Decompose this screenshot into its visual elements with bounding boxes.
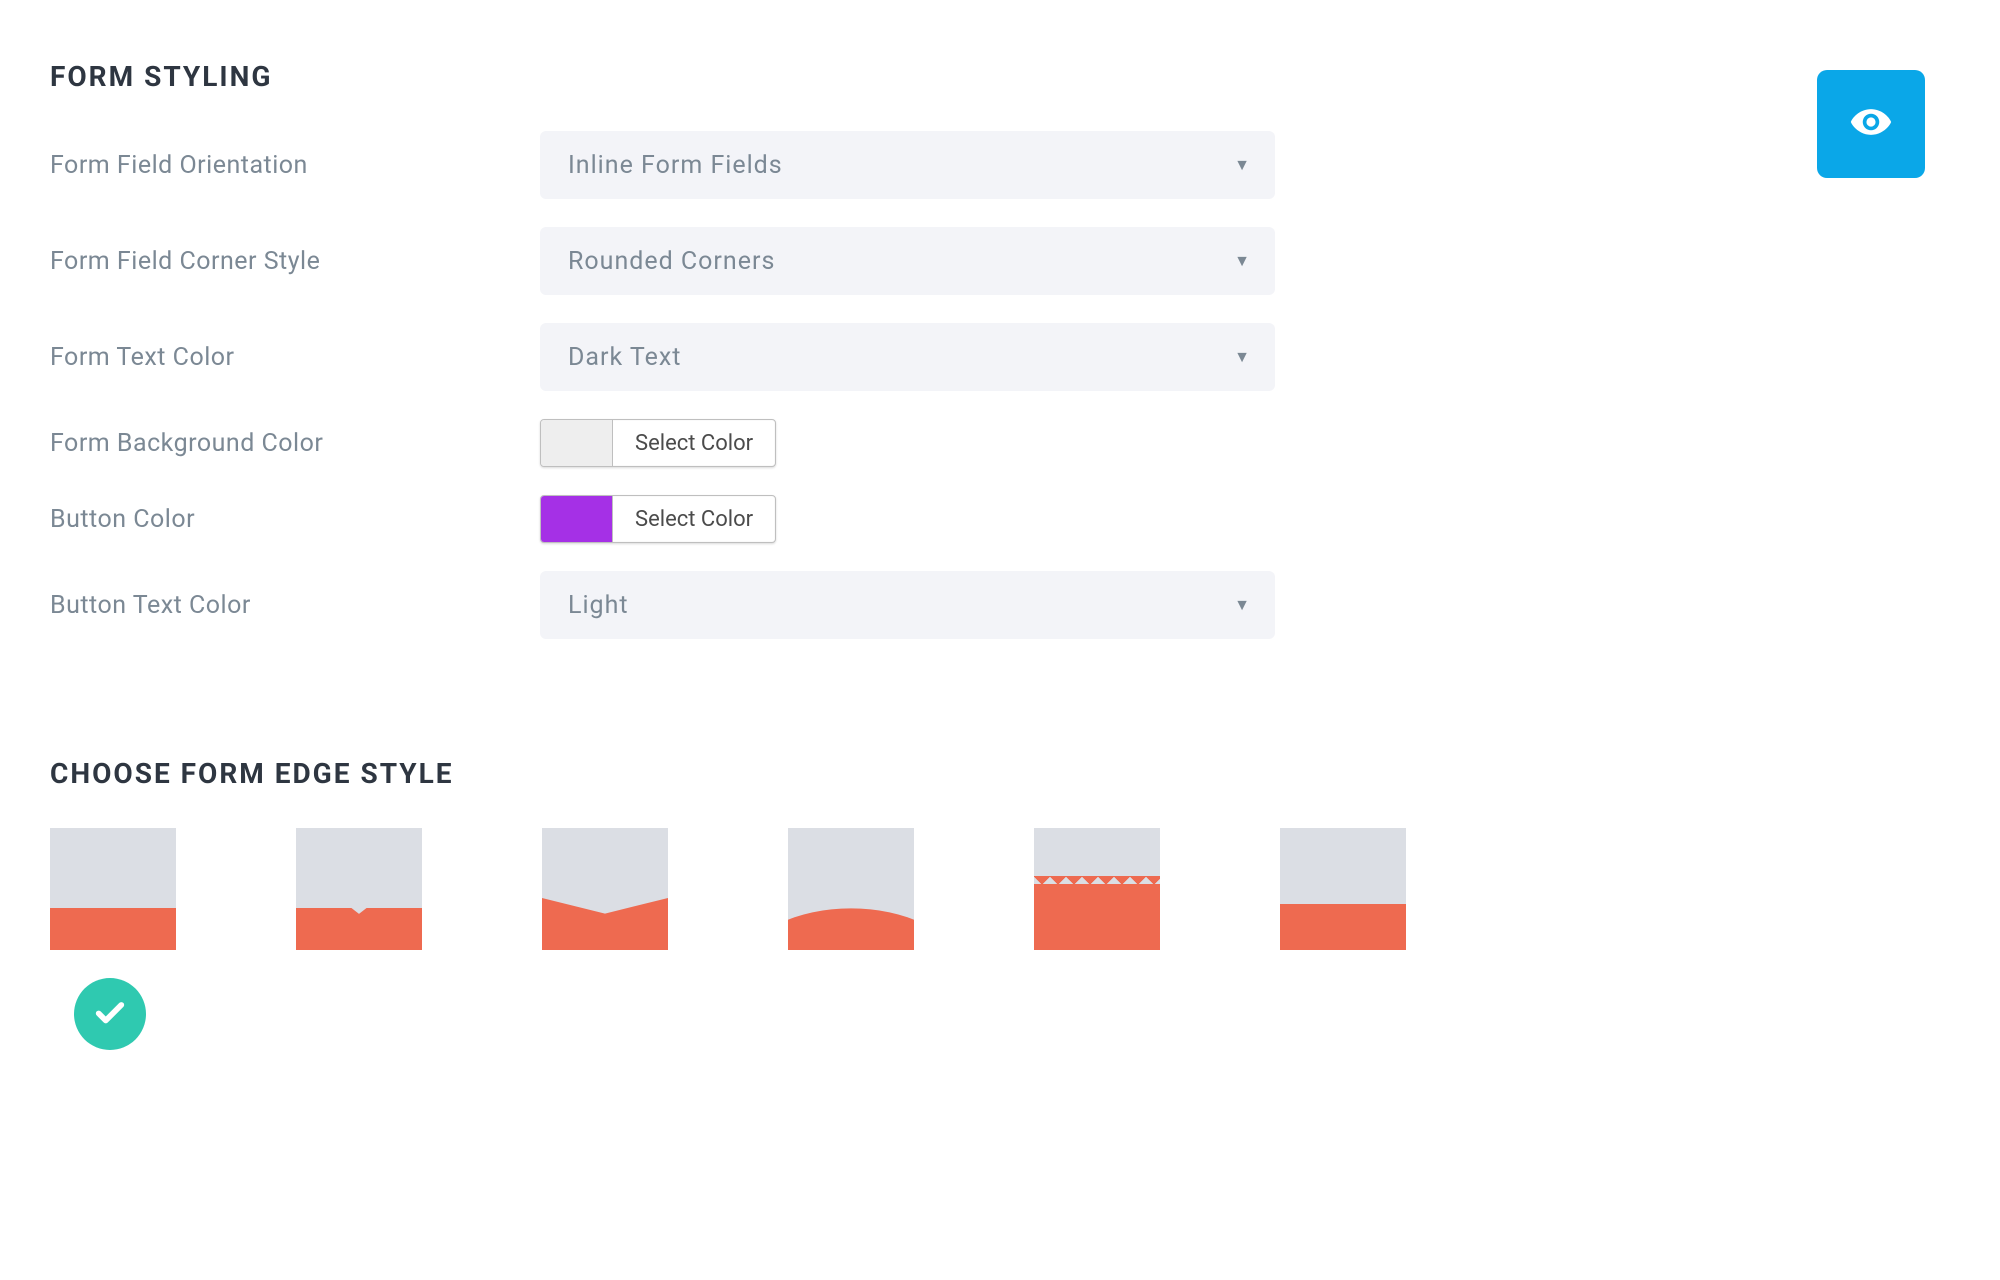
row-button-text-color: Button Text Color Light ▼ [50,571,1950,639]
select-orientation-value: Inline Form Fields [568,151,783,180]
label-button-text-color: Button Text Color [50,591,540,620]
edge-option-flat[interactable] [50,828,176,950]
chevron-down-icon: ▼ [1234,595,1251,615]
chevron-down-icon: ▼ [1234,155,1251,175]
select-button-text-color-value: Light [568,591,629,620]
colorpicker-bg-label: Select Color [613,420,775,466]
select-text-color[interactable]: Dark Text ▼ [540,323,1275,391]
label-text-color: Form Text Color [50,343,540,372]
colorpicker-button[interactable]: Select Color [540,495,776,543]
colorswatch-bg [541,420,613,466]
select-corner-style-value: Rounded Corners [568,247,775,276]
check-icon [93,995,127,1033]
row-button-color: Button Color Select Color [50,495,1950,543]
edge-selected-badge[interactable] [74,978,146,1050]
edge-option-curve[interactable] [788,828,914,950]
edge-option-flat-2[interactable] [1280,828,1406,950]
edge-option-vshape[interactable] [542,828,668,950]
label-button-color: Button Color [50,505,540,534]
chevron-down-icon: ▼ [1234,347,1251,367]
colorswatch-button [541,496,613,542]
form-styling-heading: FORM STYLING [50,60,1950,93]
select-orientation[interactable]: Inline Form Fields ▼ [540,131,1275,199]
row-corner-style: Form Field Corner Style Rounded Corners … [50,227,1950,295]
select-button-text-color[interactable]: Light ▼ [540,571,1275,639]
preview-button[interactable] [1817,70,1925,178]
colorpicker-bg[interactable]: Select Color [540,419,776,467]
edge-option-notch[interactable] [296,828,422,950]
chevron-down-icon: ▼ [1234,251,1251,271]
select-corner-style[interactable]: Rounded Corners ▼ [540,227,1275,295]
row-bg-color: Form Background Color Select Color [50,419,1950,467]
eye-icon [1849,100,1893,148]
label-corner-style: Form Field Corner Style [50,247,540,276]
edge-style-options [50,828,1950,950]
select-text-color-value: Dark Text [568,343,681,372]
label-orientation: Form Field Orientation [50,151,540,180]
edge-style-heading: CHOOSE FORM EDGE STYLE [50,757,1950,790]
label-bg-color: Form Background Color [50,429,540,458]
colorpicker-button-label: Select Color [613,496,775,542]
edge-option-zigzag[interactable] [1034,828,1160,950]
row-text-color: Form Text Color Dark Text ▼ [50,323,1950,391]
row-orientation: Form Field Orientation Inline Form Field… [50,131,1950,199]
